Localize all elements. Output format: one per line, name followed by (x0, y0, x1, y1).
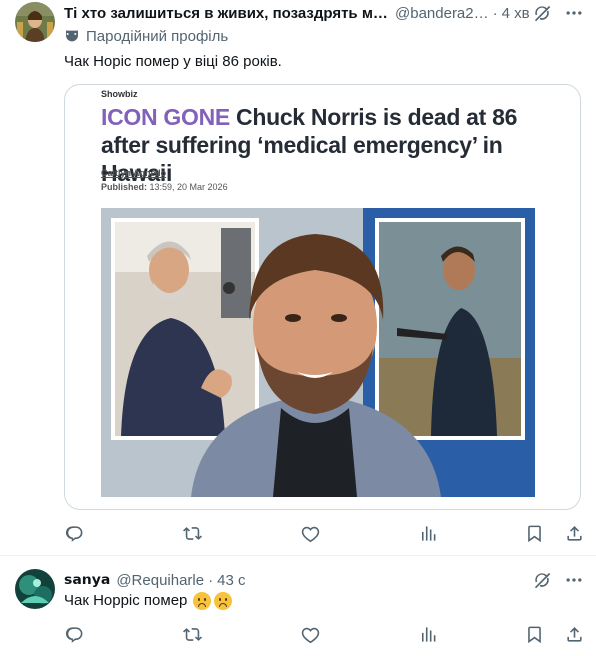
author-name[interactable]: Ті хто залишиться в живих, позаздрять ме… (64, 5, 389, 22)
article-photo (101, 208, 535, 497)
tweet-text: Чак Норріс помер (64, 591, 233, 611)
share-icon[interactable] (564, 523, 584, 543)
tweet-text: Чак Норіс помер у віці 86 років. (64, 53, 282, 70)
headline-lead: ICON GONE (101, 104, 230, 130)
tweet-actions (64, 624, 584, 644)
avatar[interactable] (15, 569, 55, 609)
like-icon[interactable] (301, 523, 321, 543)
parody-text: Пародійний профіль (86, 27, 229, 45)
bookmark-icon[interactable] (524, 523, 544, 543)
published-value: 13:59, 20 Mar 2026 (147, 182, 228, 192)
author-handle[interactable]: @bandera2… (395, 5, 489, 22)
avatar[interactable] (15, 2, 55, 42)
author-name[interactable]: 𝘀𝗮𝗻𝘆𝗮 (64, 572, 110, 588)
tweet-2[interactable]: 𝘀𝗮𝗻𝘆𝗮 @Requiharle · 43 с Чак Норріс поме… (0, 557, 596, 656)
reply-icon[interactable] (64, 523, 84, 543)
views-icon[interactable] (419, 523, 439, 543)
parody-label: Пародійний профіль (64, 26, 228, 46)
article-section: Showbiz (101, 89, 138, 99)
reply-icon[interactable] (64, 624, 84, 644)
views-icon[interactable] (419, 624, 439, 644)
timestamp[interactable]: 4 хв (502, 5, 530, 22)
frowning-face-icon (193, 592, 212, 610)
article-author: Caitlyn Agnello (101, 168, 167, 178)
timestamp[interactable]: 43 с (217, 572, 245, 589)
tweet-actions (64, 523, 584, 543)
article-screenshot: Showbiz ICON GONE Chuck Norris is dead a… (101, 85, 535, 509)
like-icon[interactable] (301, 624, 321, 644)
author-handle[interactable]: @Requiharle (116, 572, 204, 589)
repost-icon[interactable] (182, 523, 202, 543)
separator-dot: · (492, 4, 498, 22)
media-image[interactable]: Showbiz ICON GONE Chuck Norris is dead a… (64, 84, 581, 510)
frowning-face-icon (214, 592, 233, 610)
article-published: Published: 13:59, 20 Mar 2026 (101, 182, 228, 192)
tweet-text-content: Чак Норріс помер (64, 592, 188, 609)
grok-icon[interactable] (532, 570, 552, 590)
repost-icon[interactable] (182, 624, 202, 644)
parody-mask-icon (66, 30, 78, 42)
separator-dot: · (208, 571, 214, 589)
share-icon[interactable] (564, 624, 584, 644)
more-icon[interactable] (564, 570, 584, 590)
tweet-1[interactable]: Ті хто залишиться в живих, позаздрять ме… (0, 0, 596, 556)
grok-icon[interactable] (532, 3, 552, 23)
more-icon[interactable] (564, 3, 584, 23)
published-label: Published: (101, 182, 148, 192)
bookmark-icon[interactable] (524, 624, 544, 644)
